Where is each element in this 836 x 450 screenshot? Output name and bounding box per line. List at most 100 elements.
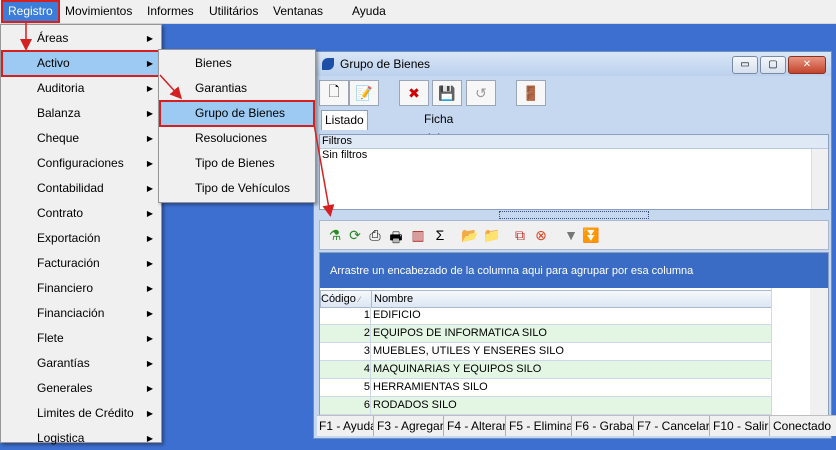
menu-item-label: Generales bbox=[37, 381, 93, 395]
menu-item-contabilidad[interactable]: Contabilidad ▶ bbox=[3, 177, 159, 200]
menu-item-balanza[interactable]: Balanza ▶ bbox=[3, 102, 159, 125]
edit-document-icon[interactable]: 📝 bbox=[349, 80, 379, 106]
status-f3[interactable]: F3 - Agregar bbox=[375, 416, 444, 436]
submenu-item-tipo-de-vehiculos[interactable]: Tipo de Vehículos bbox=[161, 177, 313, 200]
menu-item-garantias[interactable]: Garantías ▶ bbox=[3, 352, 159, 375]
table-row[interactable]: 4 MAQUINARIAS Y EQUIPOS SILO bbox=[320, 361, 771, 379]
folder-icon[interactable]: 📁 bbox=[483, 227, 501, 244]
cell-name: EQUIPOS DE INFORMATICA SILO bbox=[373, 327, 547, 339]
status-f10[interactable]: F10 - Salir bbox=[711, 416, 770, 436]
status-f7[interactable]: F7 - Cancelar bbox=[635, 416, 710, 436]
open-folder-icon[interactable]: 📂 bbox=[461, 227, 479, 244]
status-connection: Conectado bbox=[773, 419, 832, 433]
app-icon bbox=[322, 58, 334, 70]
tab-ficha-del-grupo[interactable]: Ficha del Grupo bbox=[421, 110, 460, 164]
status-f5[interactable]: F5 - Eliminar bbox=[507, 416, 572, 436]
menu-item-label: Configuraciones bbox=[37, 156, 124, 170]
menu-item-areas[interactable]: Áreas ▶ bbox=[3, 27, 159, 50]
save-icon[interactable]: 💾 bbox=[432, 80, 462, 106]
cell-name: RODADOS SILO bbox=[373, 399, 457, 411]
filters-scrollbar[interactable] bbox=[811, 149, 828, 209]
activo-submenu: Bienes Garantias Grupo de Bienes Resoluc… bbox=[158, 49, 316, 203]
grid-scrollbar[interactable] bbox=[810, 288, 828, 418]
menu-item-exportacion[interactable]: Exportación ▶ bbox=[3, 227, 159, 250]
cell-name: HERRAMIENTAS SILO bbox=[373, 381, 488, 393]
menu-movimientos[interactable]: Movimientos bbox=[60, 2, 137, 21]
refresh-icon[interactable]: ⟳ bbox=[346, 227, 364, 244]
submenu-item-resoluciones[interactable]: Resoluciones bbox=[161, 127, 313, 150]
stop-icon[interactable]: ⊗ bbox=[532, 227, 550, 244]
cell-name: MUEBLES, UTILES Y ENSERES SILO bbox=[373, 345, 564, 357]
menu-item-limites-de-credito[interactable]: Limites de Crédito ▶ bbox=[3, 402, 159, 425]
columns-icon[interactable]: ▥ bbox=[409, 227, 427, 244]
window-title: Grupo de Bienes bbox=[340, 57, 431, 71]
table-row[interactable]: 5 HERRAMIENTAS SILO bbox=[320, 379, 771, 397]
cell-code: 4 bbox=[320, 361, 371, 378]
menu-utilitarios[interactable]: Utilitários bbox=[204, 2, 263, 21]
table-row[interactable]: 3 MUEBLES, UTILES Y ENSERES SILO bbox=[320, 343, 771, 361]
table-row[interactable]: 1 EDIFICIO bbox=[320, 307, 771, 325]
window-titlebar[interactable]: Grupo de Bienes ▭ ▢ ✕ bbox=[314, 52, 831, 76]
print-icon[interactable]: 🖶 bbox=[387, 227, 405, 251]
submenu-item-tipo-de-bienes[interactable]: Tipo de Bienes bbox=[161, 152, 313, 175]
chevron-right-icon: ▶ bbox=[146, 34, 153, 43]
filter-add-icon[interactable]: ⚗ bbox=[326, 227, 344, 244]
copy-icon[interactable]: ⧉ bbox=[511, 227, 529, 244]
menu-item-logistica[interactable]: Logistica ▶ bbox=[3, 427, 159, 450]
submenu-item-garantias[interactable]: Garantias bbox=[161, 77, 313, 100]
menu-ayuda[interactable]: Ayuda bbox=[347, 2, 391, 21]
cancel-icon[interactable]: ↺ bbox=[466, 80, 496, 106]
submenu-item-grupo-de-bienes[interactable]: Grupo de Bienes bbox=[159, 100, 315, 127]
sum-icon[interactable]: Σ bbox=[431, 227, 449, 243]
panel-splitter[interactable] bbox=[499, 211, 649, 219]
status-f6[interactable]: F6 - Grabar bbox=[573, 416, 634, 436]
filters-text: Sin filtros bbox=[322, 149, 368, 161]
menu-item-label: Financiación bbox=[37, 306, 105, 320]
table-row[interactable]: 6 RODADOS SILO bbox=[320, 397, 771, 415]
table-row[interactable]: 2 EQUIPOS DE INFORMATICA SILO bbox=[320, 325, 771, 343]
arrow-down-icon[interactable]: ▼ bbox=[562, 227, 580, 243]
maximize-button[interactable]: ▢ bbox=[760, 56, 786, 74]
menu-item-label: Garantias bbox=[195, 81, 248, 95]
submenu-item-bienes[interactable]: Bienes bbox=[161, 52, 313, 75]
menu-item-configuraciones[interactable]: Configuraciones ▶ bbox=[3, 152, 159, 175]
menu-item-financiero[interactable]: Financiero ▶ bbox=[3, 277, 159, 300]
menu-item-financiacion[interactable]: Financiación ▶ bbox=[3, 302, 159, 325]
delete-icon[interactable]: ✖ bbox=[399, 80, 429, 106]
menu-item-label: Garantías bbox=[37, 356, 90, 370]
menu-item-cheque[interactable]: Cheque ▶ bbox=[3, 127, 159, 150]
close-button[interactable]: ✕ bbox=[788, 56, 826, 74]
exit-door-icon[interactable]: 🚪 bbox=[516, 80, 546, 106]
menu-item-contrato[interactable]: Contrato ▶ bbox=[3, 202, 159, 225]
menu-registro[interactable]: Registro bbox=[1, 0, 60, 23]
menu-item-activo[interactable]: Activo ▶ bbox=[1, 50, 161, 77]
minimize-button[interactable]: ▭ bbox=[732, 56, 758, 74]
menu-item-label: Flete bbox=[37, 331, 64, 345]
grid-empty-area bbox=[771, 288, 828, 418]
tab-listado-de-grupos[interactable]: Listado de Grupos bbox=[321, 110, 369, 165]
export-icon[interactable]: ⎙ bbox=[366, 227, 384, 244]
menu-item-label: Contrato bbox=[37, 206, 84, 220]
menu-ventanas[interactable]: Ventanas bbox=[268, 2, 328, 21]
registro-menu: Áreas ▶ Activo ▶ Auditoria ▶ Balanza ▶ Chequ… bbox=[0, 24, 162, 445]
status-f1[interactable]: F1 - Ayuda bbox=[317, 416, 374, 436]
new-document-icon[interactable]: 🗋 bbox=[319, 80, 349, 106]
cell-code: 5 bbox=[320, 379, 371, 396]
menu-item-facturacion[interactable]: Facturación ▶ bbox=[3, 252, 159, 275]
menu-item-generales[interactable]: Generales ▶ bbox=[3, 377, 159, 400]
chevron-right-icon: ▶ bbox=[146, 309, 153, 318]
chevron-right-icon: ▶ bbox=[146, 184, 153, 193]
status-bar: F1 - Ayuda F3 - Agregar F4 - Alterar F5 … bbox=[317, 415, 836, 436]
chevron-right-icon: ▶ bbox=[146, 284, 153, 293]
group-by-area[interactable]: Arrastre un encabezado de la columna aqu… bbox=[320, 253, 828, 288]
column-header-nombre[interactable]: Nombre bbox=[371, 290, 773, 308]
menu-item-auditoria[interactable]: Auditoria ▶ bbox=[3, 77, 159, 100]
status-f4[interactable]: F4 - Alterar bbox=[445, 416, 506, 436]
column-header-codigo[interactable]: Código ∕ bbox=[320, 290, 372, 308]
menu-item-label: Facturación bbox=[37, 256, 100, 270]
sort-icon: ∕ bbox=[358, 295, 361, 304]
double-arrow-down-icon[interactable]: ⏬ bbox=[582, 227, 600, 244]
menu-item-flete[interactable]: Flete ▶ bbox=[3, 327, 159, 350]
menu-informes[interactable]: Informes bbox=[142, 2, 199, 21]
cell-code: 1 bbox=[320, 307, 371, 324]
